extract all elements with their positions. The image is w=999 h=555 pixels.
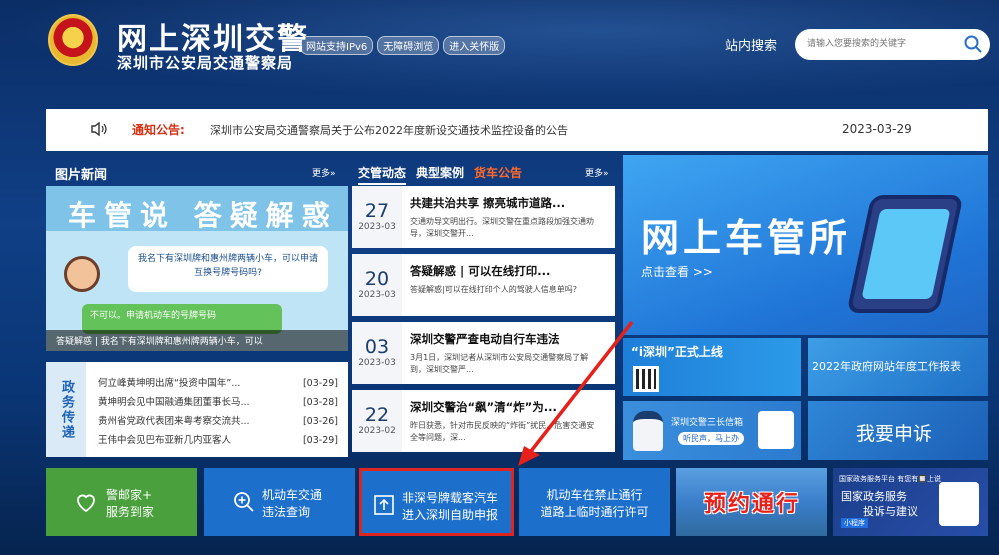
banner-link[interactable]: 点击查看 >> (641, 263, 713, 280)
notice-bar: 通知公告: 深圳市公安局交通警察局关于公布2022年度新设交通技术监控设备的公告… (46, 109, 988, 151)
search-label: 站内搜索 (725, 39, 778, 54)
photo-news-image[interactable]: 车管说 答疑解惑 我名下有深圳牌和惠州牌两辆小车，可以申请互换号牌号码吗? 不可… (46, 186, 348, 351)
police-post-service-button[interactable]: 警邮家+ 服务到家 (46, 468, 197, 536)
news-date: 27 2023-03 (352, 186, 402, 248)
search-icon[interactable] (963, 34, 983, 54)
news-item[interactable]: 20 2023-03 答疑解惑 | 可以在线打印... 答疑解惑|可以在线打印个人… (352, 254, 615, 316)
qr-code-icon (939, 482, 979, 526)
gov-affairs-label: 政务传递 (46, 362, 86, 457)
news-tabs: 交管动态 典型案例 货车公告 (358, 164, 522, 185)
upload-icon (374, 495, 394, 515)
news-desc: 昨日获悉，针对市民反映的“炸街”扰民、危害交通安全等问题，深... (410, 421, 595, 442)
news-title[interactable]: 共建共治共享 擦亮城市道路... (410, 195, 610, 211)
non-shenzhen-plate-declaration-button[interactable]: 非深号牌载客汽车 进入深圳自助申报 (359, 468, 514, 536)
news-date: 20 2023-03 (352, 254, 402, 316)
online-vehicle-office-banner[interactable]: 网上车管所 点击查看 >> (623, 155, 988, 335)
gov-affairs-panel: 政务传递 何立峰黄坤明出席“投资中国年”... [03-29] 黄坤明会见中国融通… (46, 362, 348, 457)
police-mailbox-tile[interactable]: 深圳交警三长信箱 听民声，马上办 (623, 401, 801, 460)
photo-news-more-link[interactable]: 更多» (312, 166, 336, 179)
tab-typical-cases[interactable]: 典型案例 (416, 164, 464, 185)
annual-report-label: 2022年政府网站年度工作报表 (812, 360, 961, 373)
news-desc: 3月1日，深圳记者从深圳市公安局交通警察局了解到，深圳交警严... (410, 353, 589, 374)
news-date: 22 2023-02 (352, 390, 402, 452)
reservation-pass-button[interactable]: 预约通行 (676, 468, 827, 536)
reservation-pass-label: 预约通行 (704, 492, 801, 517)
notice-link[interactable]: 深圳市公安局交通警察局关于公布2022年度新设交通技术监控设备的公告 (210, 122, 568, 138)
header-badges: 网站支持IPv6 无障碍浏览 进入关怀版 (300, 36, 506, 55)
qr-code-icon (633, 366, 659, 392)
search-box (795, 29, 990, 60)
police-mailbox-label: 深圳交警三长信箱 (671, 418, 744, 428)
police-officer-icon (633, 411, 663, 451)
qr-code-icon (758, 411, 794, 449)
news-desc: 答疑解惑|可以在线打印个人的驾驶人信息单吗? (410, 285, 577, 294)
heart-icon (77, 494, 95, 513)
image-heading: 车管说 答疑解惑 (68, 199, 338, 232)
question-bubble: 我名下有深圳牌和惠州牌两辆小车，可以申请互换号牌号码吗? (128, 246, 328, 292)
news-title[interactable]: 深圳交警严查电动自行车违法 (410, 331, 610, 347)
search-plus-icon (234, 492, 254, 512)
avatar (64, 256, 100, 292)
list-item[interactable]: 王伟中会见巴布亚新几内亚客人 [03-29] (98, 431, 338, 450)
speaker-icon (91, 121, 107, 137)
tab-traffic-news[interactable]: 交管动态 (358, 164, 407, 185)
list-item[interactable]: 何立峰黄坤明出席“投资中国年”... [03-29] (98, 374, 338, 393)
photo-news-title: 图片新闻 (55, 168, 108, 183)
news-title[interactable]: 深圳交警治“飙”清“炸”为... (410, 399, 610, 415)
gov-affairs-list: 何立峰黄坤明出席“投资中国年”... [03-29] 黄坤明会见中国融通集团董事长… (98, 374, 338, 450)
notice-date: 2023-03-29 (842, 122, 912, 136)
ipv6-badge[interactable]: 网站支持IPv6 (300, 36, 374, 55)
phone-illustration-icon (846, 195, 964, 313)
annual-report-tile[interactable]: 2022年政府网站年度工作报表 (808, 338, 988, 396)
search-input[interactable] (807, 35, 947, 53)
police-mailbox-pill: 听民声，马上办 (678, 432, 744, 445)
ishenzhen-label: “i深圳”正式上线 (631, 345, 723, 359)
appeal-label: 我要申诉 (856, 423, 933, 445)
traffic-violation-query-button[interactable]: 机动车交通 违法查询 (204, 468, 355, 536)
news-desc: 交通劝导文明出行。深圳交警在重点路段加强交通劝导，深圳交警开... (410, 217, 594, 238)
news-item[interactable]: 22 2023-02 深圳交警治“飙”清“炸”为... 昨日获悉，针对市民反映的“… (352, 390, 615, 452)
care-mode-badge[interactable]: 进入关怀版 (443, 36, 506, 55)
gov-service-complaint-button[interactable]: 国家政务服务平台 有您有🔲上说 国家政务服务 投诉与建议 小程序 (833, 468, 988, 536)
news-date: 03 2023-03 (352, 322, 402, 384)
tab-truck-notices[interactable]: 货车公告 (474, 164, 522, 185)
police-emblem-logo (48, 14, 98, 66)
accessibility-badge[interactable]: 无障碍浏览 (377, 36, 440, 55)
appeal-tile[interactable]: 我要申诉 (808, 401, 988, 460)
list-item[interactable]: 黄坤明会见中国融通集团董事长马... [03-28] (98, 393, 338, 412)
ishenzhen-tile[interactable]: “i深圳”正式上线 (623, 338, 801, 396)
news-title[interactable]: 答疑解惑 | 可以在线打印... (410, 263, 610, 279)
notice-label: 通知公告: (132, 123, 185, 137)
temporary-permit-button[interactable]: 机动车在禁止通行 道路上临时通行许可 (519, 468, 670, 536)
banner-title: 网上车管所 (641, 216, 852, 260)
site-subtitle: 深圳市公安局交通警察局 (117, 54, 294, 72)
photo-news-caption[interactable]: 答疑解惑 | 我名下有深圳牌和惠州牌两辆小车，可以 (46, 330, 348, 351)
news-item[interactable]: 27 2023-03 共建共治共享 擦亮城市道路... 交通劝导文明出行。深圳交警… (352, 186, 615, 248)
list-item[interactable]: 贵州省党政代表团来粤考察交流共... [03-26] (98, 412, 338, 431)
news-item[interactable]: 03 2023-03 深圳交警严查电动自行车违法 3月1日，深圳记者从深圳市公安局… (352, 322, 615, 384)
news-more-link[interactable]: 更多» (585, 166, 609, 179)
